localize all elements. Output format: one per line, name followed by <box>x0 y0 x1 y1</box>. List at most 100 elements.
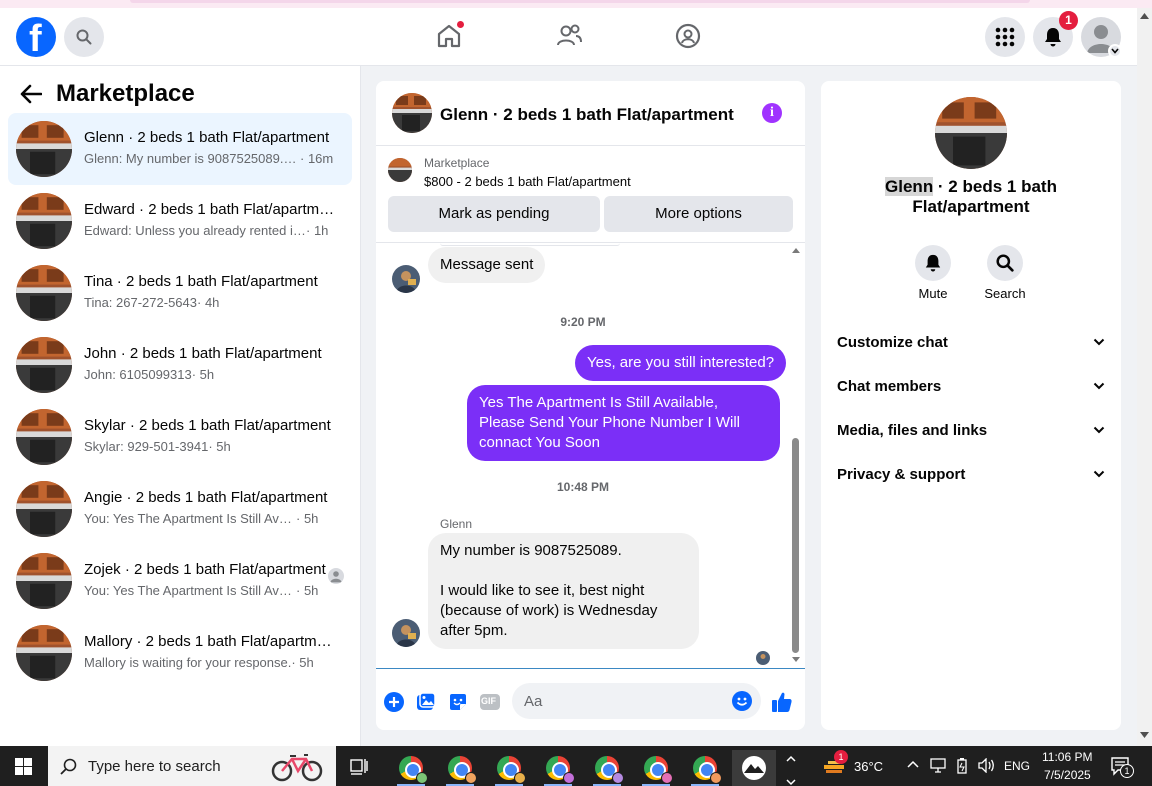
message-input[interactable] <box>524 683 724 719</box>
more-options-button[interactable]: More options <box>604 196 793 232</box>
taskbar-chrome-window[interactable] <box>634 750 678 786</box>
weather-badge: 1 <box>834 750 848 764</box>
conversation-name: Edward · 2 beds 1 bath Flat/apartment <box>84 201 336 218</box>
conversation-item[interactable]: Edward · 2 beds 1 bath Flat/apartment Edw… <box>8 185 352 257</box>
chat-listing-thumbnail[interactable] <box>392 93 432 133</box>
message-input-box[interactable] <box>512 683 761 719</box>
taskbar-chrome-window[interactable] <box>683 750 727 786</box>
weather-widget[interactable]: 1 <box>822 750 848 782</box>
chat-profile-photo[interactable] <box>935 97 1007 169</box>
info-section-toggle[interactable]: Privacy & support <box>837 466 1105 490</box>
battery-icon[interactable] <box>956 757 968 774</box>
conversation-item[interactable]: Skylar · 2 beds 1 bath Flat/apartment Sky… <box>8 401 352 473</box>
nav-groups[interactable] <box>672 20 704 52</box>
conversation-item[interactable]: Mallory · 2 beds 1 bath Flat/apartment Ma… <box>8 617 352 689</box>
conversation-preview-text: Edward: Unless you already rented it out <box>84 223 306 238</box>
conversation-item[interactable]: Zojek · 2 beds 1 bath Flat/apartment You:… <box>8 545 352 617</box>
taskbar-search-box[interactable] <box>48 746 336 786</box>
taskbar-search-input[interactable] <box>88 756 288 776</box>
conversation-item[interactable]: Tina · 2 beds 1 bath Flat/apartment Tina:… <box>8 257 352 329</box>
sender-avatar[interactable] <box>392 265 420 293</box>
mute-label: Mute <box>918 286 948 301</box>
conversation-name: Skylar · 2 beds 1 bath Flat/apartment <box>84 417 331 434</box>
listing-title[interactable]: $800 - 2 beds 1 bath Flat/apartment <box>424 174 631 189</box>
photo-icon <box>417 692 436 710</box>
conversation-preview-text: Mallory is waiting for your response. <box>84 655 292 670</box>
nav-home[interactable] <box>433 20 465 52</box>
search-icon <box>996 254 1014 272</box>
marketplace-inbox: Marketplace Glenn · 2 beds 1 bath Flat/a… <box>0 66 361 746</box>
conversation-thumbnail <box>16 193 72 249</box>
chevron-down-icon <box>1093 426 1105 434</box>
info-section-toggle[interactable]: Media, files and links <box>837 422 1105 446</box>
mark-as-pending-button[interactable]: Mark as pending <box>388 196 600 232</box>
mute-button[interactable] <box>915 245 951 281</box>
search-label: Search <box>984 286 1026 301</box>
conversation-item[interactable]: John · 2 beds 1 bath Flat/apartment John:… <box>8 329 352 401</box>
incoming-message-line: I would like to see it, best night (beca… <box>440 582 658 639</box>
input-language[interactable]: ENG <box>1004 759 1030 773</box>
message-composer: GIF <box>376 668 805 730</box>
clock-time[interactable]: 11:06 PM <box>1042 750 1092 764</box>
conversation-time: · 16m <box>300 151 334 166</box>
apartment-kitchen-photo <box>16 409 72 465</box>
chrome-icon <box>644 756 673 784</box>
sender-avatar[interactable] <box>392 619 420 647</box>
chevron-up-icon[interactable] <box>907 760 919 768</box>
chevron-down-icon <box>1111 48 1119 54</box>
taskbar-overflow[interactable] <box>786 750 796 786</box>
conversation-time: · 1h <box>306 223 329 238</box>
conversation-preview-text: Tina: 267-272-5643 <box>84 295 197 310</box>
scrollbar-thumb[interactable] <box>792 438 799 653</box>
send-like-button[interactable] <box>771 691 793 713</box>
mute-action[interactable]: Mute <box>903 245 963 301</box>
taskbar-chrome-window[interactable] <box>487 750 531 786</box>
taskbar-chrome-window[interactable] <box>585 750 629 786</box>
more-actions-button[interactable] <box>383 691 405 713</box>
outgoing-message: Yes, are you still interested? <box>575 345 787 381</box>
facebook-logo[interactable]: f <box>16 17 56 60</box>
chevron-up-icon <box>786 755 796 762</box>
search-button[interactable] <box>64 17 104 57</box>
gif-button[interactable]: GIF <box>479 691 501 713</box>
action-center-button[interactable]: 1 <box>1110 756 1134 781</box>
back-arrow-icon[interactable] <box>20 84 42 104</box>
conversation-preview: Mallory is waiting for your response. · … <box>84 655 314 670</box>
taskbar-chrome-window[interactable] <box>438 750 482 786</box>
account-menu-caret[interactable] <box>1108 44 1122 58</box>
clock-date[interactable]: 7/5/2025 <box>1044 768 1091 782</box>
info-section-toggle[interactable]: Chat members <box>837 378 1105 402</box>
menu-button[interactable] <box>985 17 1025 57</box>
info-section-toggle[interactable]: Customize chat <box>837 334 1105 358</box>
nav-friends[interactable] <box>553 20 585 52</box>
apartment-kitchen-photo <box>16 481 72 537</box>
read-receipt-avatar <box>756 651 770 665</box>
conversation-item[interactable]: Glenn · 2 beds 1 bath Flat/apartment Glen… <box>8 113 352 185</box>
info-icon[interactable]: i <box>762 103 782 123</box>
network-icon[interactable] <box>930 758 946 773</box>
task-view-button[interactable] <box>350 757 368 780</box>
conversation-item[interactable]: Angie · 2 beds 1 bath Flat/apartment You:… <box>8 473 352 545</box>
start-button[interactable] <box>15 758 32 780</box>
search-action[interactable]: Search <box>975 245 1035 301</box>
search-in-chat-button[interactable] <box>987 245 1023 281</box>
message-scrollbar[interactable] <box>790 243 801 668</box>
taskbar-chrome-window[interactable] <box>389 750 433 786</box>
task-view-icon <box>350 759 368 775</box>
listing-thumbnail[interactable] <box>388 158 412 182</box>
emoji-picker-icon[interactable] <box>732 691 752 711</box>
temperature[interactable]: 36°C <box>854 759 883 774</box>
default-profile-icon <box>330 571 342 583</box>
volume-icon[interactable] <box>978 758 996 773</box>
scroll-down-arrow-icon[interactable] <box>1140 732 1149 738</box>
taskbar-app-mountain[interactable] <box>732 750 776 786</box>
scroll-down-arrow-icon[interactable] <box>792 657 800 662</box>
chrome-icon <box>693 756 722 784</box>
sticker-button[interactable] <box>447 691 469 713</box>
attach-photo-button[interactable] <box>415 691 437 713</box>
scroll-up-arrow-icon[interactable] <box>1140 13 1149 19</box>
taskbar-chrome-window[interactable] <box>536 750 580 786</box>
page-scrollbar[interactable] <box>1137 8 1152 746</box>
windows-taskbar: 1 36°C ENG 11:06 PM 7/5/2025 1 <box>0 746 1152 786</box>
scroll-up-arrow-icon[interactable] <box>792 248 800 253</box>
